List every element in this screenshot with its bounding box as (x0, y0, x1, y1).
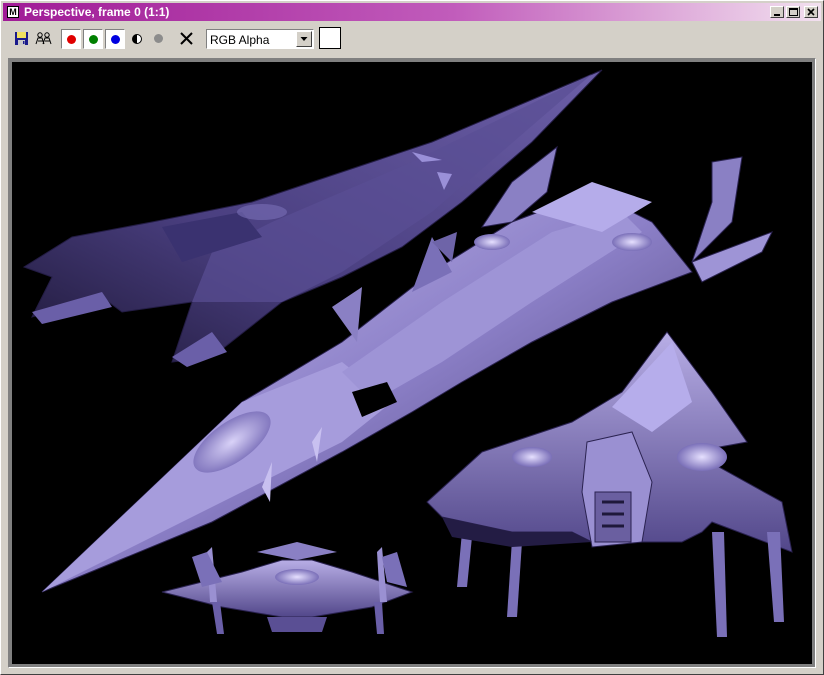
minimize-button[interactable] (770, 6, 784, 18)
clone-window-icon (35, 32, 52, 45)
app-icon[interactable]: M (7, 6, 19, 18)
blue-channel-toggle[interactable] (105, 29, 125, 49)
x-icon (180, 32, 193, 45)
color-swatch[interactable] (319, 27, 341, 49)
minimize-icon (774, 14, 780, 16)
render-window: M Perspective, frame 0 (1:1) RGB Alpha (0, 0, 824, 675)
half-circle-icon (132, 34, 142, 44)
green-channel-toggle[interactable] (83, 29, 103, 49)
red-dot-icon (67, 35, 76, 44)
red-channel-toggle[interactable] (61, 29, 81, 49)
maximize-button[interactable] (786, 6, 800, 18)
spaceship-render (22, 69, 793, 637)
clone-window-button[interactable] (34, 29, 54, 49)
ship-bottom (161, 542, 414, 634)
blue-dot-icon (111, 35, 120, 44)
title-bar[interactable]: M Perspective, frame 0 (1:1) (3, 3, 821, 21)
toolbar: RGB Alpha (3, 23, 821, 55)
monochrome-toggle[interactable] (127, 29, 147, 49)
ship-right (426, 331, 793, 637)
gray-dot-icon (154, 34, 163, 43)
render-viewport[interactable] (12, 62, 812, 664)
alpha-channel-toggle[interactable] (149, 29, 169, 49)
window-title: Perspective, frame 0 (1:1) (24, 5, 170, 19)
close-icon (807, 8, 815, 16)
chevron-down-icon[interactable] (296, 31, 312, 47)
save-image-button[interactable] (12, 29, 32, 49)
green-dot-icon (89, 35, 98, 44)
clear-button[interactable] (177, 29, 197, 49)
floppy-disk-icon (15, 32, 28, 45)
close-button[interactable] (804, 6, 818, 18)
viewport-frame (8, 58, 816, 668)
channel-select[interactable]: RGB Alpha (206, 29, 314, 49)
maximize-icon (789, 8, 798, 16)
channel-select-value: RGB Alpha (210, 33, 270, 47)
